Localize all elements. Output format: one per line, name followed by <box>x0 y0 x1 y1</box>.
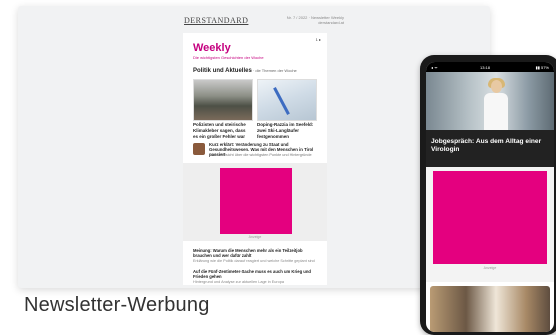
masthead-bar: DERSTANDARD Nr. 7 / 2022 · Newsletter We… <box>184 14 344 28</box>
meta-line-2: derstandard.at <box>318 20 344 25</box>
section-title: Politik und Aktuelles <box>193 68 252 74</box>
section-rest: · die Themen der Woche <box>251 68 297 73</box>
mobile-ad-banner[interactable] <box>433 171 547 264</box>
story-photo-1[interactable] <box>193 79 253 121</box>
story-teaser-3: Eine Übersicht über die wichtigsten Punk… <box>209 153 312 157</box>
status-bar: ◂ ᯤ 13:18 ▮▮ 57% <box>426 62 554 72</box>
story-teaser-4: Erklärung wie die Politik darauf reagier… <box>193 259 315 263</box>
phone-screen: ◂ ᯤ 13:18 ▮▮ 57% Jobgespräch: Aus dem Al… <box>426 62 554 332</box>
status-left: ◂ ᯤ <box>431 65 438 70</box>
hero-photo <box>426 72 554 130</box>
newsletter-paper: 1 ▸ Weekly Die wichtigsten Geschichten d… <box>183 33 327 285</box>
story-headline-2[interactable]: Doping-Razzia im Seefeld: zwei Ski-Langl… <box>257 122 315 140</box>
story-headline-1[interactable]: Polizisten und steirische Klimakleber sa… <box>193 122 251 140</box>
story-headline-4[interactable]: Meinung: Warum die Menschen mehr als ein… <box>193 248 319 258</box>
phone-mockup: ◂ ᯤ 13:18 ▮▮ 57% Jobgespräch: Aus dem Al… <box>420 55 556 335</box>
ad-label: Anzeige <box>248 235 262 239</box>
story-thumbnail-3[interactable] <box>193 143 205 155</box>
mobile-ad-label: Anzeige <box>483 266 497 270</box>
masthead-logo[interactable]: DERSTANDARD <box>184 16 248 25</box>
issue-tag: 1 ▸ <box>315 37 321 42</box>
ad-banner[interactable] <box>220 168 292 234</box>
hero-headline[interactable]: Jobgespräch: Aus dem Alltag einer Virolo… <box>431 138 549 154</box>
mobile-story-photo[interactable] <box>430 286 550 332</box>
newsletter-title: Weekly <box>193 42 231 54</box>
masthead-meta: Nr. 7 / 2022 · Newsletter Weekly derstan… <box>264 15 344 25</box>
ad-slot: Anzeige <box>183 163 327 241</box>
hero-teaser[interactable]: Jobgespräch: Aus dem Alltag einer Virolo… <box>426 72 554 167</box>
story-teaser-5: Hintergrund und Analyse zur aktuellen La… <box>193 280 284 284</box>
story-photo-2[interactable] <box>257 79 317 121</box>
virologist-figure <box>482 78 510 130</box>
story-headline-5[interactable]: Auf die Fünf-Zentimeter-Sache muss es au… <box>193 269 319 279</box>
status-time: 13:18 <box>480 65 491 70</box>
newsletter-subtitle: Die wichtigsten Geschichten der Woche <box>193 55 264 60</box>
status-right: ▮▮ 57% <box>535 65 549 70</box>
section-heading: Politik und Aktuelles · die Themen der W… <box>193 68 297 74</box>
caption-label: Newsletter-Werbung <box>24 294 210 316</box>
